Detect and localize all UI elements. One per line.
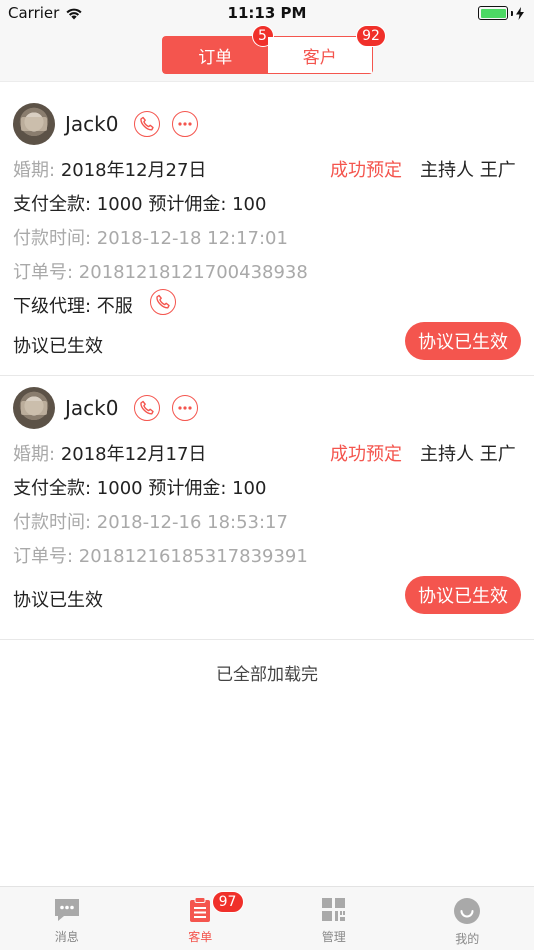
avatar[interactable]: [13, 387, 55, 429]
tab-customers-label: 客户: [302, 47, 337, 68]
wedding-date-row: 婚期: 2018年12月17日: [13, 440, 206, 466]
customer-name: Jack0: [65, 396, 119, 420]
order-card[interactable]: Jack0 婚期: 2018年12月27日 成功预定 主持人 王广 支付全款: …: [0, 92, 534, 376]
order-number: 订单号: 20181216185317839391: [13, 546, 308, 567]
battery-indicator: [478, 6, 524, 20]
agreement-status-text: 协议已生效: [13, 336, 103, 357]
order-number: 订单号: 20181218121700438938: [13, 262, 308, 283]
chat-icon[interactable]: [172, 111, 198, 137]
orders-list-badge: 97: [211, 891, 244, 913]
wedding-date-row: 婚期: 2018年12月27日: [13, 156, 206, 182]
order-card[interactable]: Jack0 婚期: 2018年12月17日 成功预定 主持人 王广 支付全款: …: [0, 376, 534, 640]
agreement-button[interactable]: 协议已生效: [405, 576, 521, 614]
tab-profile-label: 我的: [455, 932, 480, 946]
wedding-date-value: 2018年12月27日: [60, 160, 207, 181]
payment-info: 支付全款: 1000 预计佣金: 100: [13, 478, 267, 499]
clock: 11:13 PM: [227, 4, 307, 22]
avatar[interactable]: [13, 103, 55, 145]
order-list-icon: [190, 897, 211, 922]
tab-orders-list[interactable]: 客单 97: [134, 887, 268, 950]
tab-orders-list-label: 客单: [188, 930, 213, 944]
battery-icon: [478, 6, 508, 20]
segment-header: 订单 5 客户 92: [0, 25, 534, 82]
grid-manage-icon: [321, 898, 345, 921]
payment-info: 支付全款: 1000 预计佣金: 100: [13, 194, 267, 215]
host-name: 主持人 王广: [420, 160, 516, 181]
status-badge: 成功预定: [330, 444, 402, 465]
end-of-list-message: 已全部加载完: [216, 665, 318, 685]
phone-icon[interactable]: [134, 395, 160, 421]
charging-bolt-icon: [516, 6, 524, 20]
tab-manage-label: 管理: [321, 930, 346, 944]
tab-orders[interactable]: 订单 5: [163, 25, 274, 73]
status-badge: 成功预定: [330, 160, 402, 181]
order-customer-segment: 订单 5 客户 92: [162, 25, 386, 74]
wedding-date-label: 婚期:: [13, 160, 56, 181]
bottom-tab-bar: 消息 客单 97 管理 我的: [0, 886, 534, 950]
sub-agent-phone-icon[interactable]: [150, 289, 176, 315]
agreement-button[interactable]: 协议已生效: [405, 322, 521, 360]
payment-time: 付款时间: 2018-12-18 12:17:01: [13, 228, 288, 249]
tab-messages[interactable]: 消息: [0, 887, 134, 950]
profile-icon: [454, 898, 481, 924]
payment-time: 付款时间: 2018-12-16 18:53:17: [13, 512, 288, 533]
customers-count-badge: 92: [356, 25, 386, 47]
agreement-status-text: 协议已生效: [13, 590, 103, 611]
wedding-date-label: 婚期:: [13, 444, 56, 465]
phone-icon[interactable]: [134, 111, 160, 137]
tab-profile[interactable]: 我的: [401, 887, 534, 950]
tab-orders-label: 订单: [198, 47, 233, 68]
tab-messages-label: 消息: [54, 930, 79, 944]
wedding-date-value: 2018年12月17日: [60, 444, 207, 465]
chat-icon[interactable]: [172, 395, 198, 421]
order-list: Jack0 婚期: 2018年12月27日 成功预定 主持人 王广 支付全款: …: [0, 92, 534, 640]
customer-name: Jack0: [65, 112, 119, 136]
message-icon: [54, 899, 79, 921]
tab-customers[interactable]: 客户 92: [267, 25, 386, 73]
host-name: 主持人 王广: [420, 444, 516, 465]
tab-manage[interactable]: 管理: [267, 887, 401, 950]
status-bar: Carrier 11:13 PM: [0, 0, 534, 28]
sub-agent: 下级代理: 不服: [13, 296, 133, 317]
